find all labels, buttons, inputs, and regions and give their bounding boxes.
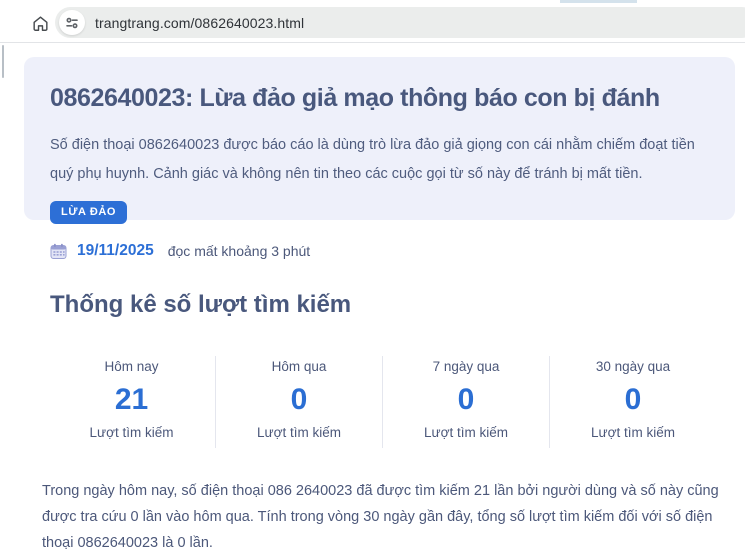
stat-sublabel: Lượt tìm kiếm [216,424,382,442]
stat-today: Hôm nay 21 Lượt tìm kiếm [48,356,215,448]
stats-summary-text: Trong ngày hôm nay, số điện thoại 086 26… [42,478,720,550]
site-info-button[interactable] [59,10,85,35]
tab-edge-decoration [560,0,637,3]
browser-window: trangtrang.com/0862640023.html 086264002… [0,0,745,550]
stat-yesterday: Hôm qua 0 Lượt tìm kiếm [215,356,382,448]
stat-value: 0 [383,382,549,418]
browser-toolbar: trangtrang.com/0862640023.html [0,0,745,43]
scam-category-badge[interactable]: LỪA ĐẢO [50,201,127,224]
stat-label: Hôm qua [216,358,382,376]
page-title: 0862640023: Lừa đảo giả mạo thông báo co… [50,81,709,115]
side-panel-edge [2,45,4,78]
stat-sublabel: Lượt tìm kiếm [48,424,215,442]
stat-sublabel: Lượt tìm kiếm [383,424,549,442]
search-stats-grid: Hôm nay 21 Lượt tìm kiếm Hôm qua 0 Lượt … [48,356,716,448]
article-meta: 19/11/2025 đọc mất khoảng 3 phút [50,240,745,262]
calendar-icon [50,243,67,260]
stat-30-days: 30 ngày qua 0 Lượt tìm kiếm [549,356,716,448]
stat-value: 0 [550,382,716,418]
home-icon [31,14,50,33]
stat-label: Hôm nay [48,358,215,376]
article-description: Số điện thoại 0862640023 được báo cáo là… [50,131,709,189]
read-time: đọc mất khoảng 3 phút [168,243,310,259]
stats-heading: Thống kê số lượt tìm kiếm [50,290,745,320]
stat-value: 21 [48,382,215,418]
hero-card: 0862640023: Lừa đảo giả mạo thông báo co… [24,57,735,220]
stat-label: 7 ngày qua [383,358,549,376]
address-bar[interactable]: trangtrang.com/0862640023.html [55,7,745,38]
site-settings-icon [65,16,79,30]
stat-label: 30 ngày qua [550,358,716,376]
publish-date: 19/11/2025 [77,242,154,260]
home-button[interactable] [30,13,50,33]
stat-sublabel: Lượt tìm kiếm [550,424,716,442]
url-text[interactable]: trangtrang.com/0862640023.html [95,15,304,31]
stat-value: 0 [216,382,382,418]
stat-7-days: 7 ngày qua 0 Lượt tìm kiếm [382,356,549,448]
